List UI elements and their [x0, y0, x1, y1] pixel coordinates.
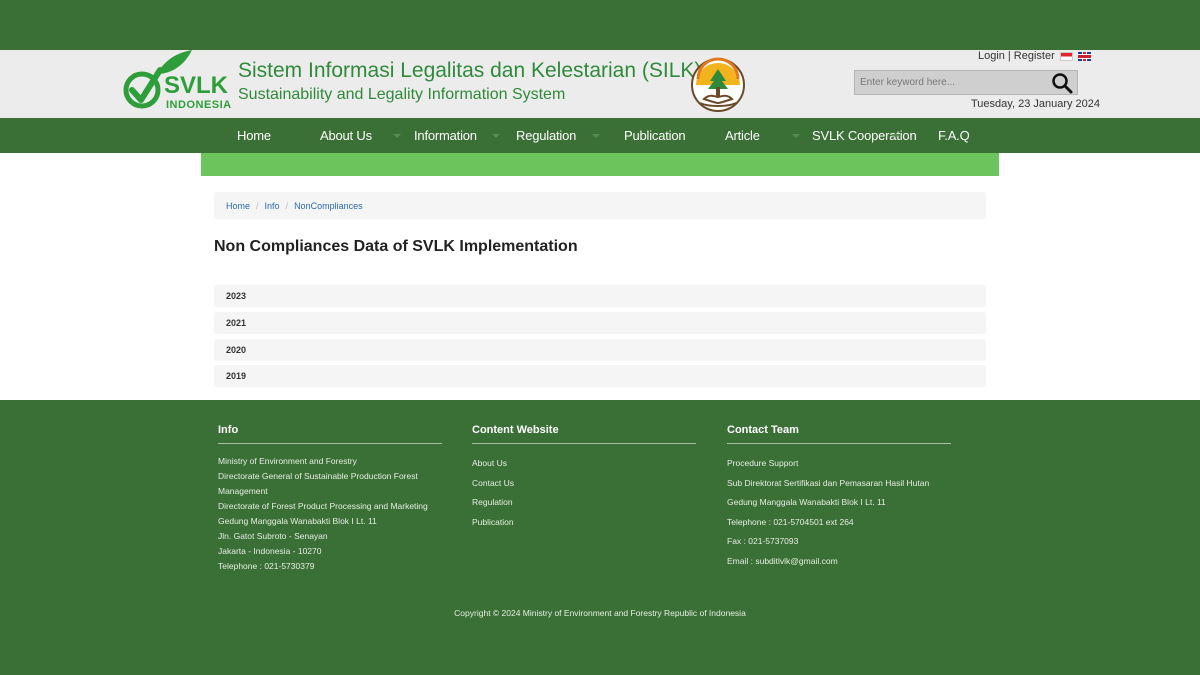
- year-accordion-2021[interactable]: 2021: [214, 312, 986, 334]
- footer-info-line: Directorate General of Sustainable Produ…: [218, 471, 418, 481]
- ministry-emblem-icon: [691, 57, 745, 112]
- footer-info-line: Jakarta - Indonesia - 10270: [218, 546, 322, 556]
- chevron-down-icon: [492, 134, 500, 138]
- footer-contact-line: Sub Direktorat Sertifikasi dan Pemasaran…: [727, 477, 930, 488]
- footer-info-line: Ministry of Environment and Forestry: [218, 456, 357, 466]
- auth-links: Login | Register: [978, 50, 1091, 62]
- footer-contact-team-column: Contact Team Procedure Support Sub Direk…: [727, 424, 951, 571]
- nav-faq[interactable]: F.A.Q: [938, 118, 970, 153]
- current-date: Tuesday, 23 January 2024: [971, 98, 1101, 110]
- footer-info-column: Info Ministry of Environment and Forestr…: [218, 424, 442, 574]
- login-link[interactable]: Login: [978, 50, 1005, 62]
- footer-contact-email[interactable]: Email : subditlvlk@gmail.com: [727, 552, 951, 572]
- site-header: SVLK INDONESIA Sistem Informasi Legalita…: [0, 50, 1200, 118]
- page-background-right: [999, 153, 1200, 400]
- footer-content-website-heading: Content Website: [472, 424, 696, 444]
- footer-info-line: Directorate of Forest Product Processing…: [218, 501, 428, 511]
- main-nav: Home About Us Information Regulation Pub…: [0, 118, 1200, 153]
- footer-info-line: Gedung Manggala Wanabakti Blok I Lt. 11: [218, 516, 377, 526]
- breadcrumb-separator: /: [285, 200, 289, 211]
- top-band: [0, 0, 1200, 50]
- footer-contact-line: Fax : 021-5737093: [727, 536, 799, 546]
- chevron-down-icon: [393, 134, 401, 138]
- auth-separator: |: [1007, 50, 1011, 62]
- footer-link-about-us[interactable]: About Us: [472, 454, 696, 474]
- page-background-left: [0, 153, 201, 400]
- site-title: Sistem Informasi Legalitas dan Kelestari…: [238, 59, 702, 82]
- page-title: Non Compliances Data of SVLK Implementat…: [214, 238, 578, 255]
- nav-svlk-cooperation[interactable]: SVLK Cooperation: [812, 118, 917, 153]
- search-icon[interactable]: [1051, 72, 1073, 94]
- footer-contact-team-heading: Contact Team: [727, 424, 951, 444]
- footer-contact-line: Gedung Manggala Wanabakti Blok I Lt. 11: [727, 497, 886, 507]
- uk-flag-icon[interactable]: [1077, 51, 1091, 61]
- nav-information[interactable]: Information: [414, 118, 477, 153]
- logo-subtext: INDONESIA: [166, 99, 232, 111]
- nav-article[interactable]: Article: [725, 118, 760, 153]
- indonesia-flag-icon[interactable]: [1059, 51, 1073, 61]
- nav-home[interactable]: Home: [237, 118, 271, 153]
- footer-link-publication[interactable]: Publication: [472, 513, 696, 533]
- logo-text: SVLK: [164, 72, 229, 99]
- year-accordion-2020[interactable]: 2020: [214, 339, 986, 361]
- footer-link-contact-us[interactable]: Contact Us: [472, 474, 696, 494]
- year-accordion-2023[interactable]: 2023: [214, 285, 986, 307]
- footer-contact-line: Procedure Support: [727, 458, 799, 468]
- chevron-down-icon: [592, 134, 600, 138]
- search-box: [854, 70, 1078, 95]
- register-link[interactable]: Register: [1014, 50, 1055, 62]
- chevron-down-icon: [892, 134, 900, 138]
- breadcrumb-separator: /: [256, 200, 259, 211]
- site-subtitle: Sustainability and Legality Information …: [238, 86, 566, 103]
- content-banner-bar: [201, 153, 999, 176]
- footer-info-line: Jln. Gatot Subroto - Senayan: [218, 531, 328, 541]
- breadcrumb-info[interactable]: Info: [265, 201, 280, 211]
- footer-copyright: Copyright © 2024 Ministry of Environment…: [454, 608, 746, 618]
- chevron-down-icon: [792, 134, 800, 138]
- nav-about-us[interactable]: About Us: [320, 118, 372, 153]
- footer-info-line: Telephone : 021-5730379: [218, 561, 315, 571]
- footer-content-website-column: Content Website About Us Contact Us Regu…: [472, 424, 696, 532]
- breadcrumb-home[interactable]: Home: [226, 201, 250, 211]
- breadcrumb: Home / Info / NonCompliances: [214, 192, 986, 219]
- bottom-band: [0, 626, 1200, 675]
- footer-info-line: Management: [218, 486, 268, 496]
- breadcrumb-noncompliances[interactable]: NonCompliances: [294, 201, 363, 211]
- footer-contact-line: Telephone : 021-5704501 ext 264: [727, 516, 854, 527]
- nav-publication[interactable]: Publication: [624, 118, 686, 153]
- footer-link-regulation[interactable]: Regulation: [472, 493, 696, 513]
- footer-info-heading: Info: [218, 424, 442, 444]
- search-input[interactable]: [855, 71, 1045, 94]
- nav-regulation[interactable]: Regulation: [516, 118, 576, 153]
- svlk-logo[interactable]: SVLK INDONESIA: [122, 50, 234, 116]
- year-accordion-2019[interactable]: 2019: [214, 365, 986, 387]
